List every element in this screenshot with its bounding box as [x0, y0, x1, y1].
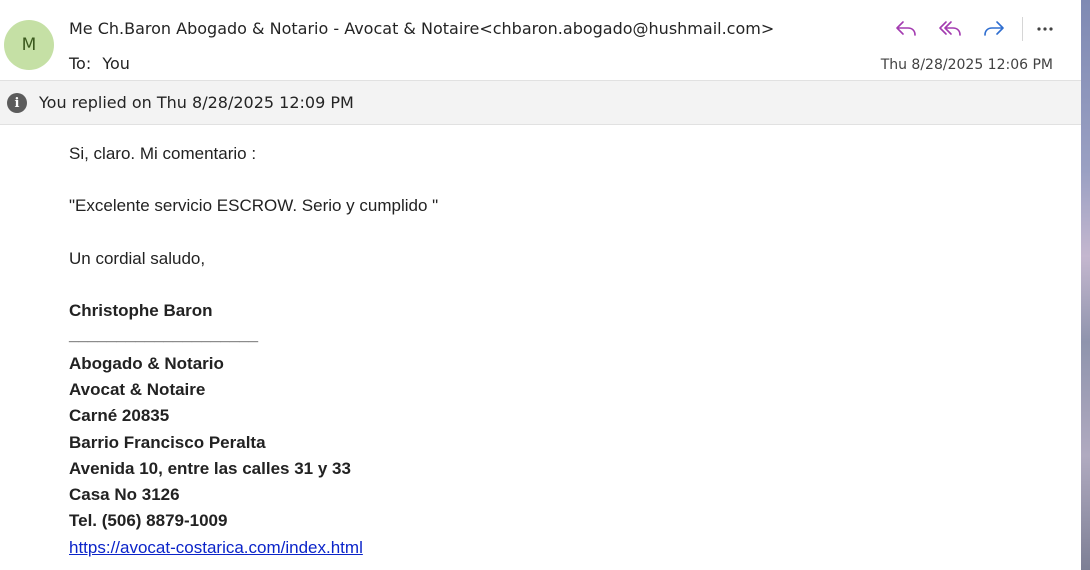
- body-closing-line: Un cordial saludo,: [69, 249, 206, 268]
- signature-line: Abogado & Notario: [69, 354, 224, 373]
- desktop-background-edge: [1081, 0, 1090, 570]
- recipient-line: To: You: [69, 54, 130, 73]
- forward-button[interactable]: [976, 14, 1012, 44]
- toolbar-divider: [1022, 17, 1023, 41]
- sender-name[interactable]: Me Ch.Baron Abogado & Notario - Avocat &…: [69, 19, 774, 38]
- to-label: To:: [69, 54, 92, 73]
- replied-infobar: i You replied on Thu 8/28/2025 12:09 PM: [0, 81, 1081, 125]
- message-header: M Me Ch.Baron Abogado & Notario - Avocat…: [0, 0, 1081, 81]
- signature-line: Avocat & Notaire: [69, 380, 206, 399]
- more-icon: [1037, 27, 1053, 31]
- signature-rule: ____________________: [69, 325, 259, 344]
- recipient-name[interactable]: You: [102, 54, 130, 73]
- email-reading-pane: M Me Ch.Baron Abogado & Notario - Avocat…: [0, 0, 1090, 570]
- body-quote-line: "Excelente servicio ESCROW. Serio y cump…: [69, 196, 439, 215]
- body-text-line: Si, claro. Mi comentario :: [69, 144, 257, 163]
- website-link[interactable]: https://avocat-costarica.com/index.html: [69, 538, 363, 558]
- forward-icon: [984, 21, 1004, 36]
- signature-line: Tel. (506) 8879-1009: [69, 511, 228, 530]
- avatar[interactable]: M: [4, 20, 54, 70]
- signature-name: Christophe Baron: [69, 301, 213, 320]
- replied-notice: You replied on Thu 8/28/2025 12:09 PM: [39, 93, 354, 112]
- info-icon: i: [7, 93, 27, 113]
- message-timestamp: Thu 8/28/2025 12:06 PM: [880, 57, 1053, 73]
- signature-line: Carné 20835: [69, 406, 170, 425]
- more-actions-button[interactable]: [1029, 14, 1061, 44]
- reply-button[interactable]: [888, 14, 924, 44]
- signature-line: Barrio Francisco Peralta: [69, 433, 266, 452]
- message-actions: [888, 14, 1061, 44]
- reply-all-icon: [939, 21, 961, 36]
- reply-icon: [896, 21, 916, 36]
- signature-line: Casa No 3126: [69, 485, 180, 504]
- signature-line: Avenida 10, entre las calles 31 y 33: [69, 459, 351, 478]
- reply-all-button[interactable]: [932, 14, 968, 44]
